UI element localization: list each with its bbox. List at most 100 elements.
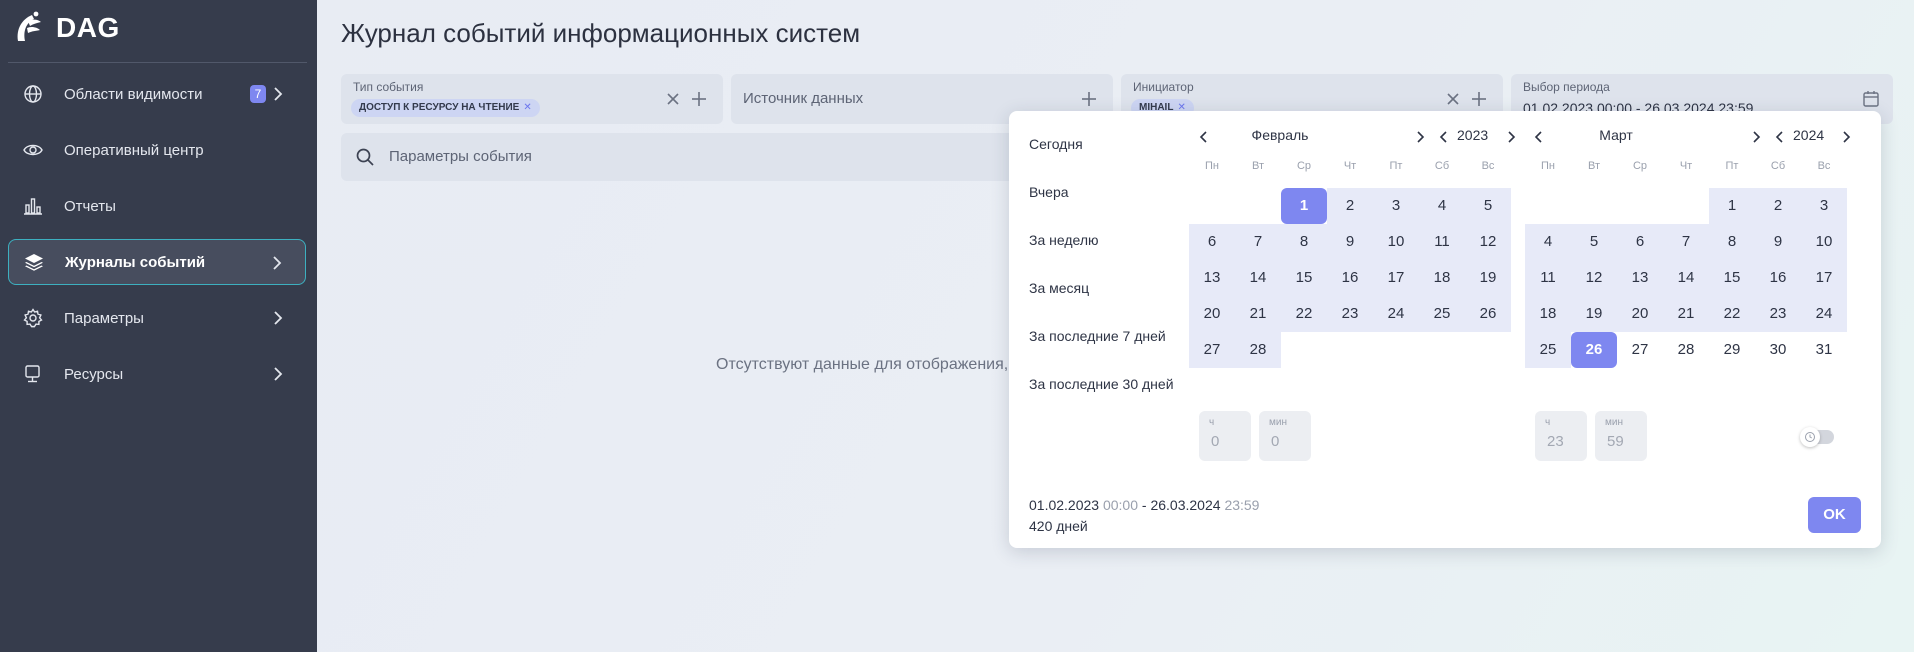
- calendar-day[interactable]: 20: [1617, 296, 1663, 332]
- calendar-day[interactable]: 28: [1235, 332, 1281, 368]
- calendar-day[interactable]: 8: [1709, 224, 1755, 260]
- calendar-day[interactable]: 26: [1571, 332, 1617, 368]
- calendar-day[interactable]: 5: [1571, 224, 1617, 260]
- calendar-day[interactable]: 7: [1235, 224, 1281, 260]
- sidebar-item-reports[interactable]: Отчеты: [8, 183, 306, 229]
- calendar-day[interactable]: 17: [1801, 260, 1847, 296]
- preset-option[interactable]: За последние 30 дней: [1029, 376, 1174, 392]
- calendar-day[interactable]: 16: [1327, 260, 1373, 296]
- calendar-day[interactable]: 18: [1419, 260, 1465, 296]
- calendar-day[interactable]: 13: [1189, 260, 1235, 296]
- calendar-day[interactable]: 9: [1755, 224, 1801, 260]
- sidebar-item-visibility[interactable]: Области видимости 7: [8, 71, 306, 117]
- weekday-label: Ср: [1296, 160, 1312, 172]
- calendar-day[interactable]: 21: [1235, 296, 1281, 332]
- calendar-day[interactable]: 1: [1281, 188, 1327, 224]
- clear-icon[interactable]: [1443, 89, 1463, 109]
- calendar-day[interactable]: 12: [1571, 260, 1617, 296]
- add-icon[interactable]: [1469, 89, 1489, 109]
- calendar-day[interactable]: 19: [1571, 296, 1617, 332]
- sidebar-item-resources[interactable]: Ресурсы: [8, 351, 306, 397]
- calendar-day[interactable]: 24: [1801, 296, 1847, 332]
- preset-option[interactable]: За месяц: [1029, 280, 1089, 296]
- time-toggle[interactable]: [1800, 427, 1834, 447]
- calendar-day[interactable]: 2: [1755, 188, 1801, 224]
- calendar-day[interactable]: 26: [1465, 296, 1511, 332]
- calendar-day[interactable]: 12: [1465, 224, 1511, 260]
- calendar-day[interactable]: 1: [1709, 188, 1755, 224]
- calendar-day[interactable]: 6: [1189, 224, 1235, 260]
- days-count: 420 дней: [1029, 518, 1088, 534]
- preset-option[interactable]: За последние 7 дней: [1029, 328, 1166, 344]
- next-month-icon[interactable]: [1412, 129, 1428, 145]
- sidebar-item-operations-center[interactable]: Оперативный центр: [8, 127, 306, 173]
- start-hour-input[interactable]: ч 0: [1199, 411, 1251, 461]
- calendar-day[interactable]: 28: [1663, 332, 1709, 368]
- calendar-day[interactable]: 23: [1327, 296, 1373, 332]
- calendar-day[interactable]: 4: [1525, 224, 1571, 260]
- calendar-day[interactable]: 30: [1755, 332, 1801, 368]
- calendar-day[interactable]: 27: [1617, 332, 1663, 368]
- calendar-day[interactable]: 17: [1373, 260, 1419, 296]
- calendar-day[interactable]: 9: [1327, 224, 1373, 260]
- prev-year-icon[interactable]: [1436, 129, 1452, 145]
- preset-option[interactable]: Вчера: [1029, 184, 1069, 200]
- calendar-day[interactable]: 7: [1663, 224, 1709, 260]
- clear-icon[interactable]: [663, 89, 683, 109]
- calendar-day[interactable]: 8: [1281, 224, 1327, 260]
- calendar-day[interactable]: 27: [1189, 332, 1235, 368]
- calendar-day[interactable]: 16: [1755, 260, 1801, 296]
- calendar-day[interactable]: 25: [1419, 296, 1465, 332]
- start-minute-input[interactable]: мин 0: [1259, 411, 1311, 461]
- chip-remove-icon[interactable]: ✕: [523, 102, 531, 113]
- calendar-day[interactable]: 6: [1617, 224, 1663, 260]
- calendar-day[interactable]: 10: [1801, 224, 1847, 260]
- preset-option[interactable]: За неделю: [1029, 232, 1099, 248]
- calendar-icon[interactable]: [1861, 89, 1881, 109]
- calendar-day[interactable]: 22: [1709, 296, 1755, 332]
- calendar-day[interactable]: 22: [1281, 296, 1327, 332]
- calendar-day[interactable]: 5: [1465, 188, 1511, 224]
- logo[interactable]: DAG: [14, 10, 120, 46]
- summary-separator: -: [1141, 497, 1147, 513]
- add-icon[interactable]: [1079, 89, 1099, 109]
- calendar-day[interactable]: 21: [1663, 296, 1709, 332]
- sidebar-item-parameters[interactable]: Параметры: [8, 295, 306, 341]
- prev-year-icon[interactable]: [1772, 129, 1788, 145]
- calendar-day[interactable]: 18: [1525, 296, 1571, 332]
- calendar-day[interactable]: 15: [1709, 260, 1755, 296]
- calendar-day[interactable]: 19: [1465, 260, 1511, 296]
- calendar-day[interactable]: 2: [1327, 188, 1373, 224]
- date-range-picker: Сегодня Вчера За неделю За месяц За последни…: [1009, 111, 1881, 548]
- calendar-day[interactable]: 29: [1709, 332, 1755, 368]
- end-hour-input[interactable]: ч 23: [1535, 411, 1587, 461]
- calendar-day[interactable]: 10: [1373, 224, 1419, 260]
- calendar-day[interactable]: 14: [1663, 260, 1709, 296]
- add-icon[interactable]: [689, 89, 709, 109]
- event-type-filter[interactable]: Тип события ДОСТУП К РЕСУРСУ НА ЧТЕНИЕ ✕: [341, 74, 723, 124]
- next-month-icon[interactable]: [1748, 129, 1764, 145]
- end-minute-input[interactable]: мин 59: [1595, 411, 1647, 461]
- calendar-day[interactable]: 11: [1525, 260, 1571, 296]
- calendar-day[interactable]: 11: [1419, 224, 1465, 260]
- calendar-day[interactable]: 20: [1189, 296, 1235, 332]
- preset-option[interactable]: Сегодня: [1029, 136, 1083, 152]
- next-year-icon[interactable]: [1838, 129, 1854, 145]
- gear-icon: [22, 307, 44, 329]
- sidebar-item-event-logs[interactable]: Журналы событий: [8, 239, 306, 285]
- event-params-search[interactable]: Параметры события: [341, 133, 1041, 181]
- next-year-icon[interactable]: [1503, 129, 1519, 145]
- calendar-day[interactable]: 23: [1755, 296, 1801, 332]
- calendar-day[interactable]: 3: [1373, 188, 1419, 224]
- calendar-day[interactable]: 31: [1801, 332, 1847, 368]
- calendar-day[interactable]: 24: [1373, 296, 1419, 332]
- calendar-day[interactable]: 13: [1617, 260, 1663, 296]
- ok-button[interactable]: OK: [1808, 497, 1861, 533]
- calendar-day[interactable]: 14: [1235, 260, 1281, 296]
- calendar-day[interactable]: 3: [1801, 188, 1847, 224]
- chevron-right-icon: [273, 256, 282, 270]
- weekday-label: Пн: [1205, 160, 1219, 172]
- calendar-day[interactable]: 25: [1525, 332, 1571, 368]
- calendar-day[interactable]: 4: [1419, 188, 1465, 224]
- calendar-day[interactable]: 15: [1281, 260, 1327, 296]
